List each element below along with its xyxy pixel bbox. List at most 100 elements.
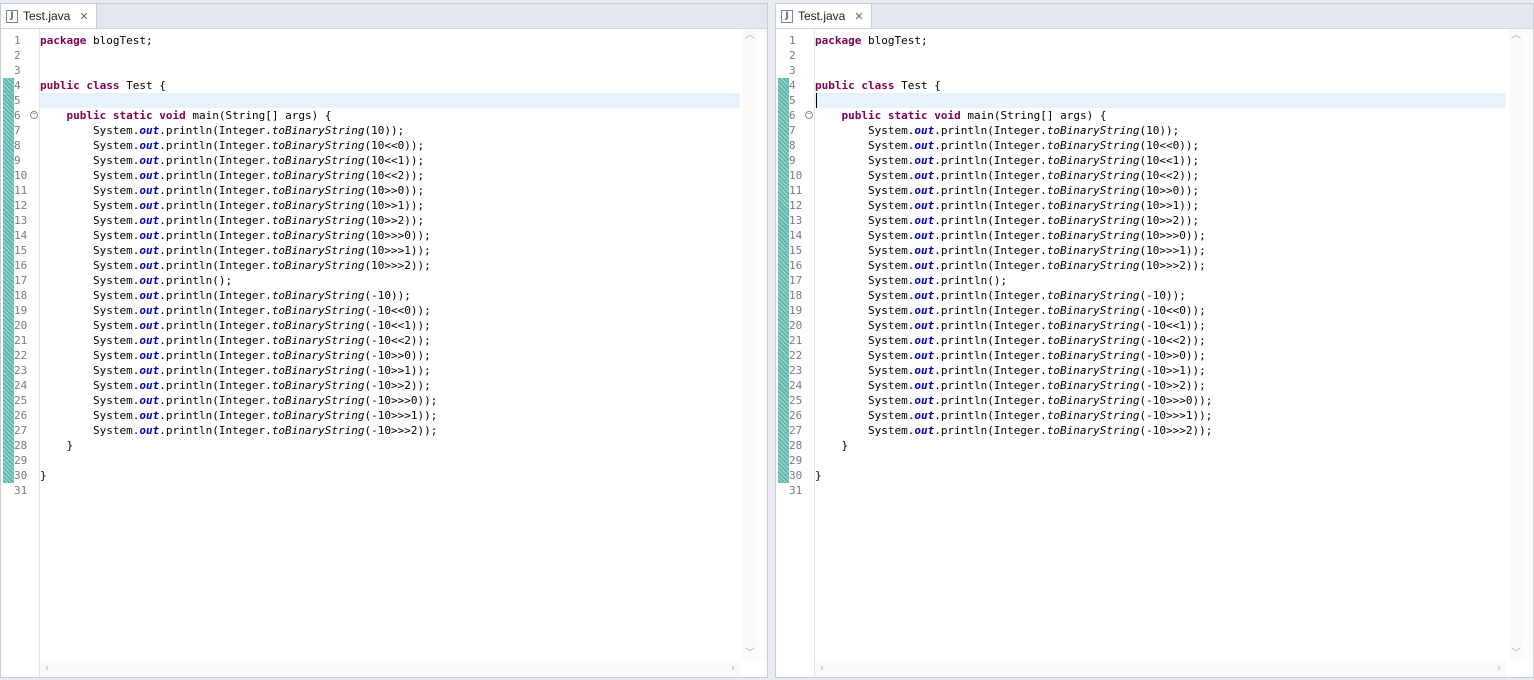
- scroll-right-icon[interactable]: ›: [726, 662, 740, 676]
- code-line: System.out.println(Integer.toBinaryStrin…: [815, 199, 1200, 212]
- code-text-area[interactable]: package blogTest; public class Test { pub…: [40, 29, 740, 661]
- line-number: 11: [14, 184, 28, 197]
- line-number: 7: [789, 124, 796, 137]
- code-editor[interactable]: 1 2 3 4 5 6−7 8 9 10 11 12 13 14 15 16 17 18 19 20 21 22 23 24…: [776, 29, 1533, 677]
- code-line: System.out.println(Integer.toBinaryStrin…: [40, 229, 431, 242]
- code-line: System.out.println(Integer.toBinaryStrin…: [815, 409, 1213, 422]
- vertical-scrollbar[interactable]: ︿ ﹀: [743, 29, 757, 661]
- line-number: 7: [14, 124, 21, 137]
- java-file-icon: J: [781, 9, 793, 23]
- line-number: 21: [14, 334, 28, 347]
- scroll-left-icon[interactable]: ‹: [40, 662, 54, 676]
- quick-diff-change-bar: [3, 78, 14, 483]
- code-line: System.out.println(Integer.toBinaryStrin…: [815, 304, 1206, 317]
- line-number: 13: [789, 214, 803, 227]
- line-number: 26: [789, 409, 803, 422]
- line-number: 15: [14, 244, 28, 257]
- horizontal-scrollbar[interactable]: ‹ ›: [815, 661, 1506, 677]
- code-line: package blogTest;: [815, 34, 928, 47]
- code-line: System.out.println(Integer.toBinaryStrin…: [815, 244, 1206, 257]
- code-line: System.out.println(Integer.toBinaryStrin…: [815, 379, 1206, 392]
- code-line: System.out.println();: [40, 274, 233, 287]
- code-line: public static void main(String[] args) {: [66, 109, 332, 122]
- code-editor[interactable]: 1 2 3 4 5 6−7 8 9 10 11 12 13 14 15 16 17 18 19 20 21 22 23 24…: [1, 29, 767, 677]
- code-line: System.out.println(Integer.toBinaryStrin…: [40, 214, 425, 227]
- code-line: System.out.println(Integer.toBinaryStrin…: [815, 259, 1206, 272]
- editor-tab-test-java[interactable]: J Test.java ✕: [1, 4, 97, 28]
- line-number: 12: [789, 199, 803, 212]
- code-line: System.out.println(Integer.toBinaryStrin…: [40, 259, 431, 272]
- code-text-area[interactable]: package blogTest; public class Test { pub…: [815, 29, 1506, 661]
- line-number: 30: [789, 469, 803, 482]
- line-number: 23: [789, 364, 803, 377]
- line-number: 22: [789, 349, 803, 362]
- java-file-icon: J: [6, 9, 18, 23]
- vertical-scrollbar[interactable]: ︿ ﹀: [1509, 29, 1523, 661]
- line-number: 29: [14, 454, 28, 467]
- code-line: System.out.println(Integer.toBinaryStrin…: [40, 334, 431, 347]
- editor-tab-test-java[interactable]: J Test.java ✕: [776, 4, 872, 28]
- code-line: System.out.println(Integer.toBinaryStrin…: [40, 379, 431, 392]
- line-number: 24: [789, 379, 803, 392]
- scroll-up-icon[interactable]: ︿: [1509, 29, 1523, 43]
- line-number-ruler: 1 2 3 4 5 6−7 8 9 10 11 12 13 14 15 16 17 18 19 20 21 22 23 24…: [1, 29, 40, 677]
- overview-ruler[interactable]: [1523, 29, 1533, 661]
- line-number: 30: [14, 469, 28, 482]
- scroll-right-icon[interactable]: ›: [1492, 662, 1506, 676]
- tab-label: Test.java: [798, 9, 846, 23]
- line-number: 28: [789, 439, 803, 452]
- code-line: System.out.println(Integer.toBinaryStrin…: [815, 184, 1200, 197]
- line-number: 2: [14, 49, 21, 62]
- scroll-left-icon[interactable]: ‹: [815, 662, 829, 676]
- code-line: System.out.println(Integer.toBinaryStrin…: [815, 364, 1206, 377]
- code-line: }: [815, 469, 822, 482]
- code-line: System.out.println(Integer.toBinaryStrin…: [815, 289, 1186, 302]
- code-line: System.out.println(Integer.toBinaryStrin…: [815, 214, 1200, 227]
- code-line: }: [815, 439, 849, 452]
- code-line: System.out.println(Integer.toBinaryStrin…: [815, 334, 1206, 347]
- line-number: 31: [14, 484, 28, 497]
- code-line: System.out.println(Integer.toBinaryStrin…: [815, 169, 1200, 182]
- horizontal-scrollbar[interactable]: ‹ ›: [40, 661, 740, 677]
- line-number: 28: [14, 439, 28, 452]
- line-number: 1: [14, 34, 21, 47]
- line-number: 14: [789, 229, 803, 242]
- line-number: 17: [14, 274, 28, 287]
- code-line: System.out.println(Integer.toBinaryStrin…: [40, 139, 425, 152]
- editor-pane-right: J Test.java ✕ 1 2 3 4 5 6−7 8 9 10 11 12 13 14 15 16 17…: [775, 3, 1534, 678]
- code-line: System.out.println(Integer.toBinaryStrin…: [40, 364, 431, 377]
- code-line: System.out.println(Integer.toBinaryStrin…: [40, 319, 431, 332]
- scroll-up-icon[interactable]: ︿: [743, 29, 757, 43]
- line-number: 11: [789, 184, 803, 197]
- code-line: }: [40, 439, 74, 452]
- code-line: System.out.println(Integer.toBinaryStrin…: [40, 199, 425, 212]
- line-number: 23: [14, 364, 28, 377]
- close-icon[interactable]: ✕: [854, 10, 863, 23]
- editor-tab-bar: J Test.java ✕: [776, 4, 1533, 29]
- line-number: 27: [789, 424, 803, 437]
- line-number: 31: [789, 484, 803, 497]
- scroll-down-icon[interactable]: ﹀: [1509, 647, 1523, 661]
- overview-ruler[interactable]: [757, 29, 767, 661]
- close-icon[interactable]: ✕: [79, 10, 88, 23]
- code-line: System.out.println(Integer.toBinaryStrin…: [40, 244, 431, 257]
- line-number: 12: [14, 199, 28, 212]
- line-number: 3: [14, 64, 21, 77]
- code-line: System.out.println(Integer.toBinaryStrin…: [40, 409, 438, 422]
- code-line: System.out.println(Integer.toBinaryStrin…: [40, 289, 411, 302]
- code-line: System.out.println(Integer.toBinaryStrin…: [40, 304, 431, 317]
- current-line-highlight: [815, 93, 1506, 108]
- line-number: 22: [14, 349, 28, 362]
- collapse-fold-icon[interactable]: −: [30, 111, 38, 119]
- code-line: System.out.println(Integer.toBinaryStrin…: [815, 124, 1180, 137]
- line-number: 18: [14, 289, 28, 302]
- collapse-fold-icon[interactable]: −: [805, 111, 813, 119]
- scroll-down-icon[interactable]: ﹀: [743, 647, 757, 661]
- code-line: public static void main(String[] args) {: [841, 109, 1107, 122]
- line-number: 26: [14, 409, 28, 422]
- line-number: 16: [14, 259, 28, 272]
- editor-tab-bar: J Test.java ✕: [1, 4, 767, 29]
- line-number: 9: [14, 154, 21, 167]
- line-number: 17: [789, 274, 803, 287]
- line-number: 24: [14, 379, 28, 392]
